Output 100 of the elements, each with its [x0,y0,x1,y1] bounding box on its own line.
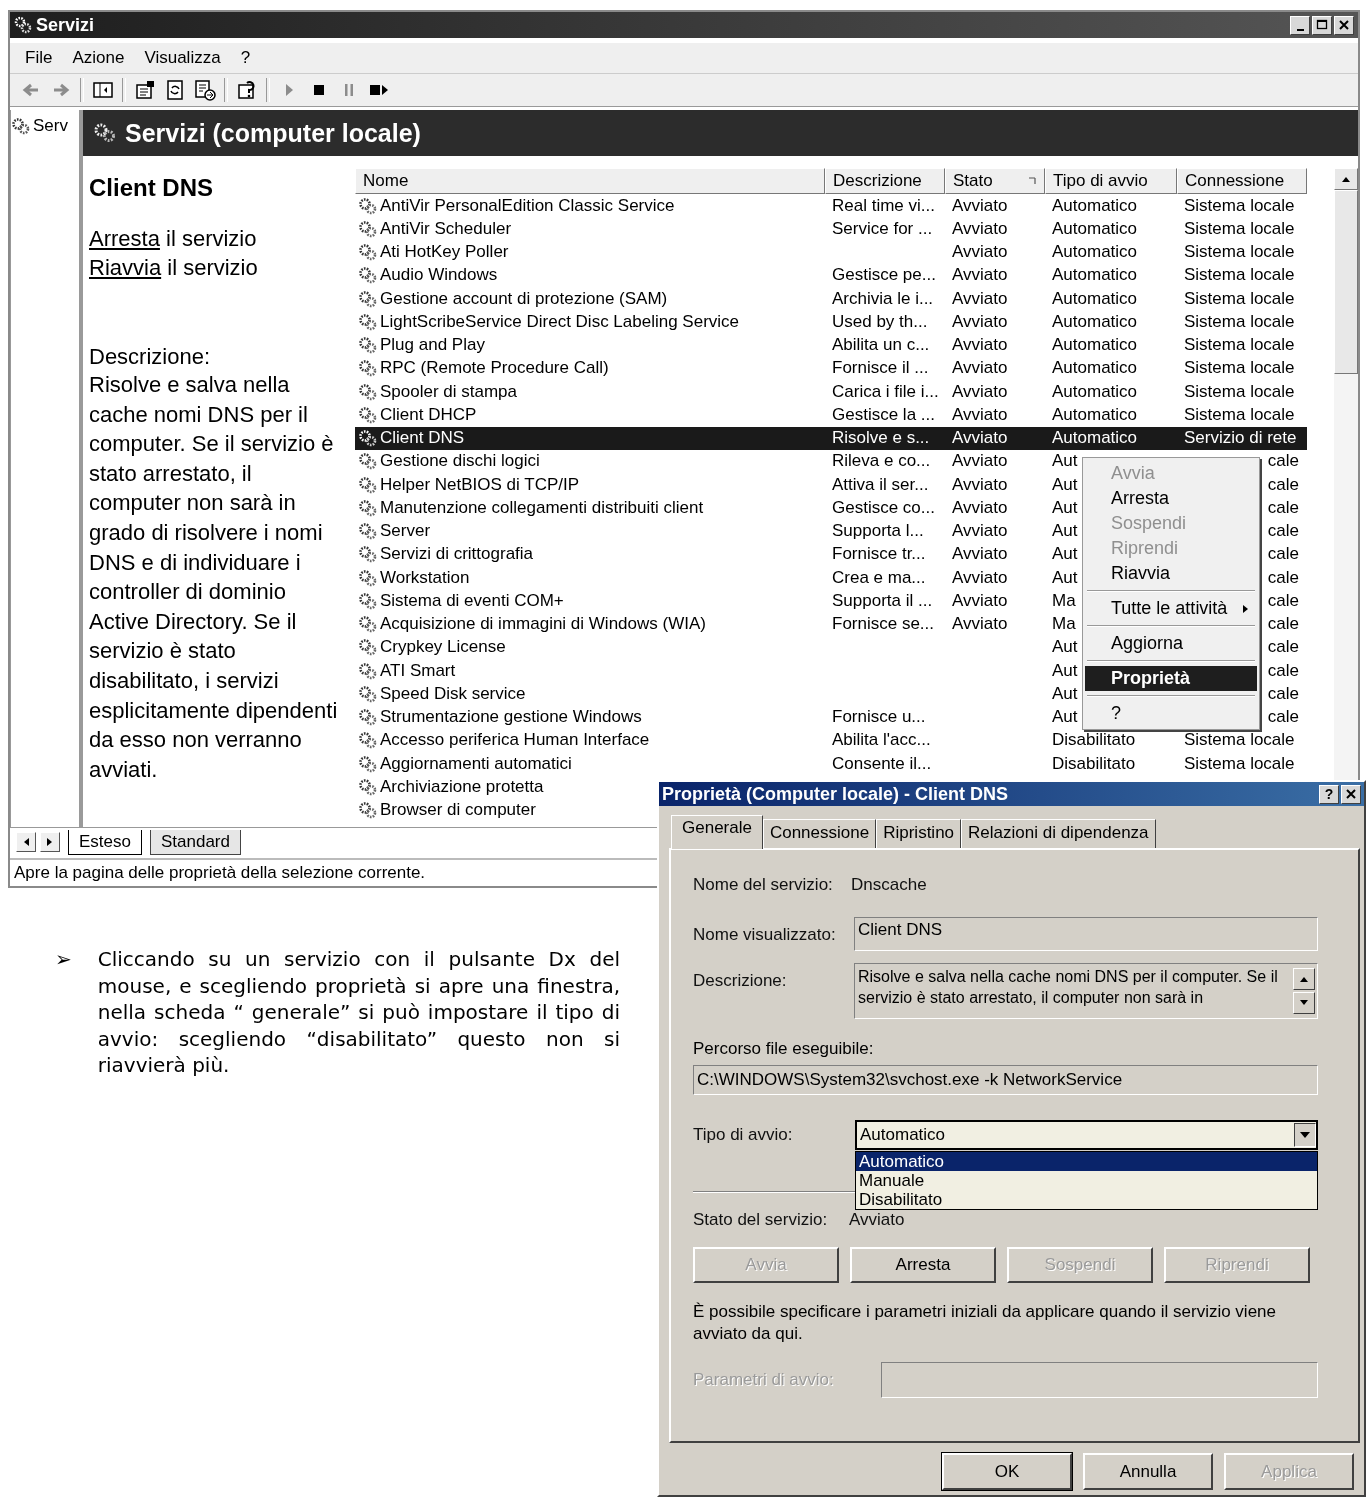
scroll-down-button[interactable] [1293,992,1315,1014]
service-name[interactable]: Strumentazione gestione Windows [380,707,642,728]
service-action-link[interactable]: Arresta [89,226,160,251]
logon-account: Sistema locale [1184,358,1295,378]
service-status: Avviato [952,288,1008,308]
service-name[interactable]: Accesso periferica Human Interface [380,730,650,751]
startup-type: Aut [1052,637,1078,657]
service-name[interactable]: LightScribeService Direct Disc Labeling Service [380,311,740,332]
menu-item[interactable]: Visualizza [144,48,221,68]
tab[interactable]: Ripristino [876,819,962,848]
service-description: Used by th... [832,311,928,331]
startup-type: Aut [1052,474,1078,494]
column-header[interactable]: Nome [355,168,825,194]
dialog-button[interactable]: OK [942,1453,1072,1490]
tree-item[interactable]: Serv [11,116,79,136]
view-tab[interactable]: Esteso [68,830,142,855]
tab[interactable]: Relazioni di dipendenza [961,819,1156,848]
column-header[interactable]: Connessione [1177,168,1307,194]
startup-type: Disabilitato [1052,730,1136,750]
tree-toggle-icon[interactable] [92,79,114,101]
logon-account: Servizio di rete [1184,428,1297,448]
gears-icon [357,311,379,332]
menu-item[interactable]: ? [1085,701,1257,726]
dropdown-option[interactable]: Disabilitato [856,1190,1317,1209]
logon-account: cale [1267,497,1299,517]
service-name[interactable]: Server [380,521,431,542]
service-name[interactable]: Browser di computer [380,800,536,821]
tab[interactable]: Generale [671,815,763,849]
service-name[interactable]: Acquisizione di immagini di Windows (WIA) [380,614,706,635]
service-name[interactable]: Plug and Play [380,335,485,356]
column-header[interactable]: Tipo di avvio [1045,168,1177,194]
service-name[interactable]: Ati HotKey Poller [380,242,509,263]
menu-item[interactable]: Arresta [1085,486,1257,511]
path-field: C:\WINDOWS\System32\svchost.exe -k NetworkService [693,1065,1318,1095]
close-button[interactable] [1341,784,1361,804]
startup-type: Aut [1052,497,1078,517]
service-description: Carica i file i... [832,381,939,401]
service-name[interactable]: AntiVir Scheduler [380,218,512,239]
menu-item[interactable]: Azione [72,48,125,68]
logon-account: Sistema locale [1184,404,1295,424]
service-name[interactable]: Spooler di stampa [380,381,518,402]
startup-type-dropdown[interactable]: Automatico [855,1120,1318,1150]
column-header[interactable]: Descrizione [825,168,945,194]
tab[interactable]: Connessione [762,819,877,848]
startup-type: Automatico [1052,242,1138,262]
dropdown-option[interactable]: Manuale [856,1171,1317,1190]
service-name[interactable]: ATI Smart [380,660,456,681]
logon-account: cale [1267,637,1299,657]
maximize-button[interactable] [1312,15,1332,35]
service-control-button[interactable]: Arresta [850,1247,996,1283]
service-name[interactable]: RPC (Remote Procedure Call) [380,358,609,379]
dropdown-option[interactable]: Automatico [856,1152,1317,1171]
service-name[interactable]: Helper NetBIOS di TCP/IP [380,474,580,495]
dialog-button[interactable]: Annulla [1083,1453,1213,1490]
service-name[interactable]: Archiviazione protetta [380,776,544,797]
menu-item[interactable]: Tutte le attività [1085,596,1257,621]
startup-type: Automatico [1052,404,1138,424]
scroll-left-button[interactable] [16,832,36,852]
menu-item[interactable]: File [25,48,53,68]
service-name[interactable]: Client DHCP [380,404,477,425]
service-name[interactable]: Speed Disk service [380,683,526,704]
column-header[interactable]: Stato [945,168,1045,194]
scroll-right-button[interactable] [40,832,60,852]
service-name[interactable]: Manutenzione collegamenti distribuiti client [380,497,704,518]
menu-item[interactable]: Riavvia [1085,561,1257,586]
view-tab[interactable]: Standard [150,830,241,855]
display-name-field[interactable]: Client DNS [854,917,1318,951]
service-name[interactable]: Gestione account di protezione (SAM) [380,288,668,309]
service-name[interactable]: AntiVir PersonalEdition Classic Service [380,195,675,216]
export-list-icon[interactable] [194,79,216,101]
scroll-up-button[interactable] [1334,168,1358,190]
service-name[interactable]: Gestione dischi logici [380,451,540,472]
scroll-thumb[interactable] [1334,190,1358,374]
logon-account: Sistema locale [1184,195,1295,215]
gears-icon [357,683,379,704]
service-action-link[interactable]: Riavvia [89,255,162,280]
service-description: Fornisce se... [832,614,935,634]
service-name[interactable]: Audio Windows [380,265,498,286]
menu-item[interactable]: Proprietà [1085,666,1257,691]
service-description: Service for ... [832,218,933,238]
menu-item[interactable]: ? [240,48,251,68]
service-name[interactable]: Aggiornamenti automatici [380,753,572,774]
action-text: Arresta il servizio [89,225,258,253]
minimize-button[interactable] [1290,15,1310,35]
service-name[interactable]: Sistema di eventi COM+ [380,590,564,611]
properties-icon[interactable] [134,79,156,101]
service-name[interactable]: Servizi di crittografia [380,544,534,565]
menu-item[interactable]: Aggiorna [1085,631,1257,656]
service-name[interactable]: Client DNS [380,428,465,449]
scroll-up-button[interactable] [1293,968,1315,990]
close-button[interactable] [1334,15,1354,35]
service-description: Supporta il ... [832,590,933,610]
logon-account: cale [1267,614,1299,634]
description-field[interactable]: Risolve e salva nella cache nomi DNS per il computer. Se il servizio è stato arrestato, il computer non sarà in [854,963,1318,1019]
help-button[interactable]: ? [1319,784,1339,804]
parameters-field[interactable] [881,1362,1318,1398]
refresh-icon[interactable] [164,79,186,101]
startup-type: Automatico [1052,195,1138,215]
service-name[interactable]: Crypkey License [380,637,506,658]
service-name[interactable]: Workstation [380,567,470,588]
